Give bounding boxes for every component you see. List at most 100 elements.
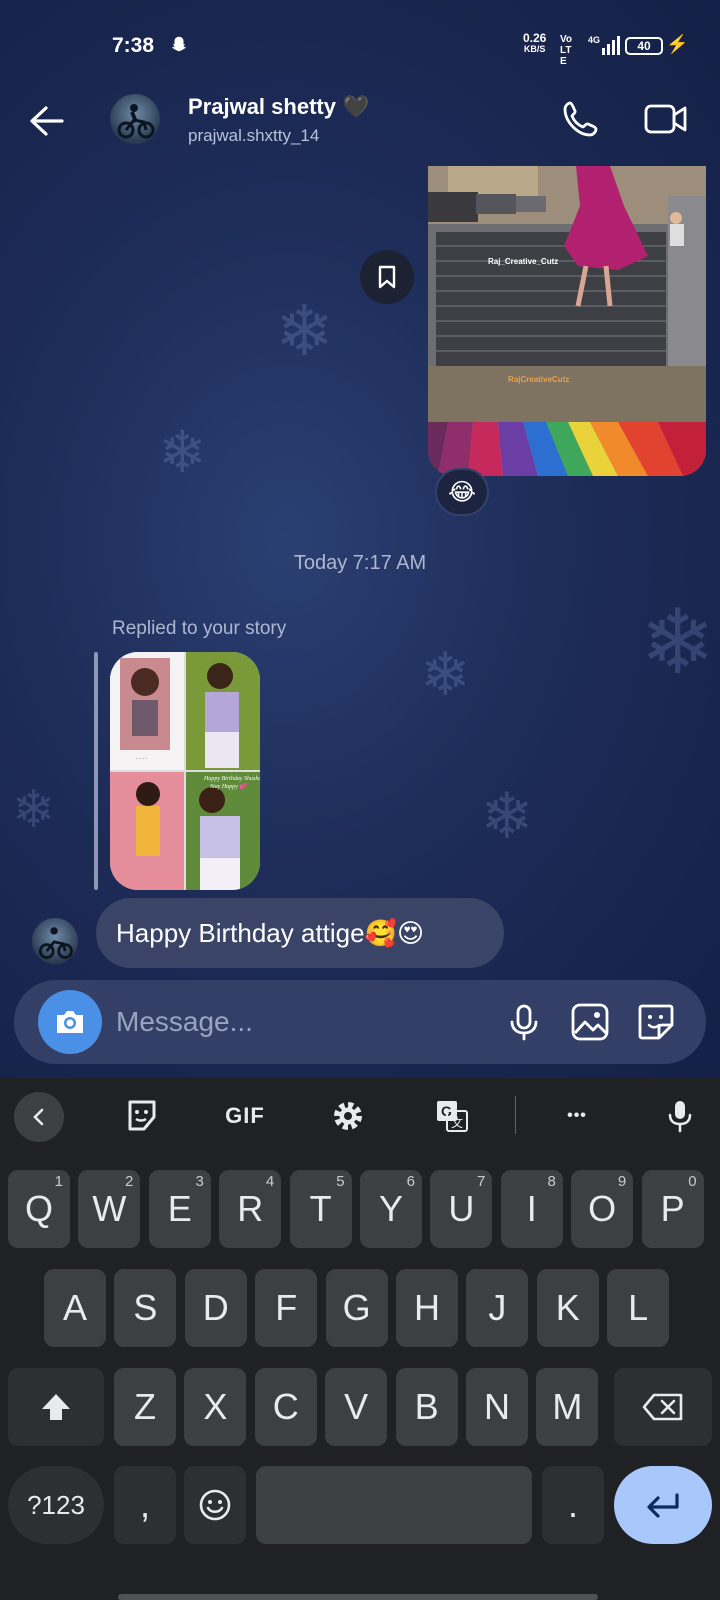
save-post-button[interactable] [360,250,414,304]
key-g[interactable]: G [325,1269,388,1347]
contact-username: prajwal.shxtty_14 [188,126,320,145]
story-thumbnail[interactable]: - - - - Happy Birthday Shusha🥰 Stay Happ… [110,652,260,890]
volte-indicator: Vo LTE [560,34,573,67]
sticker-icon[interactable] [634,1000,678,1044]
phone-call-icon[interactable] [560,98,602,140]
key-w[interactable]: W2 [78,1170,141,1248]
enter-key[interactable] [614,1466,712,1544]
net-speed-unit: KB/S [523,44,546,54]
key-q[interactable]: Q1 [8,1170,70,1248]
key-label: P [660,1188,685,1229]
gif-button[interactable]: GIF [210,1086,280,1146]
keyboard-collapse-button[interactable] [14,1092,64,1142]
watermark-bottom: RajCreativeCutz [508,375,569,384]
message-emoji: 🥰😍 [364,919,425,949]
sender-avatar[interactable] [32,918,78,964]
chevron-left-icon [33,1108,44,1126]
camera-button[interactable] [38,990,102,1054]
status-time: 7:38 [112,34,155,57]
shift-key[interactable] [8,1368,104,1446]
key-label: T [309,1188,332,1229]
key-label: Q [24,1188,53,1229]
symbols-key[interactable]: ?123 [8,1466,104,1544]
key-p[interactable]: P0 [641,1170,704,1248]
key-hint: 9 [617,1173,627,1190]
sticker-icon [128,1100,156,1131]
emoji-key[interactable] [184,1466,246,1544]
net-speed: 0.26 KB/S [523,31,547,55]
camera-icon [57,1011,83,1033]
watermark-top: Raj_Creative_Cutz [488,257,558,266]
key-d[interactable]: D [184,1269,247,1347]
key-f[interactable]: F [255,1269,318,1347]
key-hint: 3 [195,1173,204,1190]
key-k[interactable]: K [536,1269,599,1347]
toolbar-divider [515,1096,516,1134]
key-o[interactable]: O9 [571,1170,634,1248]
period-key[interactable]: . [542,1466,604,1544]
key-hint: 5 [336,1173,345,1190]
key-z[interactable]: Z [114,1368,176,1446]
smiley-icon [199,1489,231,1521]
back-arrow-icon[interactable] [26,100,68,142]
gear-icon [334,1102,362,1130]
space-key[interactable] [256,1466,532,1544]
gallery-icon[interactable] [568,1000,612,1044]
key-s[interactable]: S [114,1269,177,1347]
contact-name[interactable]: Prajwal shetty 🖤 [188,94,369,120]
key-hint: 7 [477,1173,486,1190]
key-n[interactable]: N [466,1368,528,1446]
key-label: Y [378,1188,403,1229]
contact-name-text: Prajwal shetty [188,94,336,119]
video-call-icon[interactable] [643,98,689,140]
shift-arrow-icon [42,1394,70,1420]
key-x[interactable]: X [184,1368,247,1446]
key-l[interactable]: L [607,1269,670,1347]
key-m[interactable]: M [536,1368,599,1446]
message-text: Happy Birthday attige [116,918,365,948]
keyboard-sticker-button[interactable] [112,1086,172,1146]
svg-text:4G: 4G [588,35,600,45]
replied-to-story-label: Replied to your story [112,618,287,639]
key-i[interactable]: I8 [500,1170,563,1248]
key-b[interactable]: B [395,1368,458,1446]
key-y[interactable]: Y6 [360,1170,422,1248]
microphone-icon[interactable] [502,1000,546,1044]
reply-indicator-bar [94,652,98,890]
key-u[interactable]: U7 [430,1170,493,1248]
key-hint: 1 [54,1173,63,1190]
comma-key[interactable]: , [114,1466,176,1544]
key-t[interactable]: T5 [289,1170,352,1248]
shared-reel[interactable]: Raj_Creative_Cutz RajCreativeCutz [428,166,706,476]
message-input[interactable] [116,1002,476,1042]
reaction-badge[interactable]: 😂 [435,468,489,516]
key-e[interactable]: E3 [148,1170,211,1248]
key-c[interactable]: C [254,1368,317,1446]
key-j[interactable]: J [466,1269,529,1347]
keyboard-settings-button[interactable] [318,1086,378,1146]
charging-icon: ⚡ [666,34,689,54]
snapchat-icon [171,36,187,52]
key-hint: 0 [688,1173,697,1190]
backspace-key[interactable] [614,1368,712,1446]
key-v[interactable]: V [325,1368,388,1446]
net-speed-value: 0.26 [523,31,547,45]
contact-avatar[interactable] [110,94,160,144]
voice-input-button[interactable] [650,1086,710,1146]
key-hint: 8 [547,1173,556,1190]
key-r[interactable]: R4 [219,1170,282,1248]
more-options-button[interactable]: ••• [545,1086,609,1146]
translate-button[interactable]: G 文 [422,1086,482,1146]
microphone-icon [668,1101,692,1133]
svg-text:- - - -: - - - - [136,756,147,762]
heart-emoji: 🖤 [342,95,370,120]
message-bubble[interactable]: Happy Birthday attige🥰😍 [96,898,504,968]
key-label: W [92,1188,127,1229]
keyboard: GIF G 文 ••• Q1W2E3R4T5Y6U7I8O9P0 ASDFGHJ… [0,1078,720,1600]
svg-text:文: 文 [451,1115,463,1130]
key-h[interactable]: H [396,1269,458,1347]
key-hint: 4 [265,1173,275,1190]
message-timestamp: Today 7:17 AM [293,552,427,574]
key-label: E [167,1188,192,1229]
key-a[interactable]: A [44,1269,106,1347]
